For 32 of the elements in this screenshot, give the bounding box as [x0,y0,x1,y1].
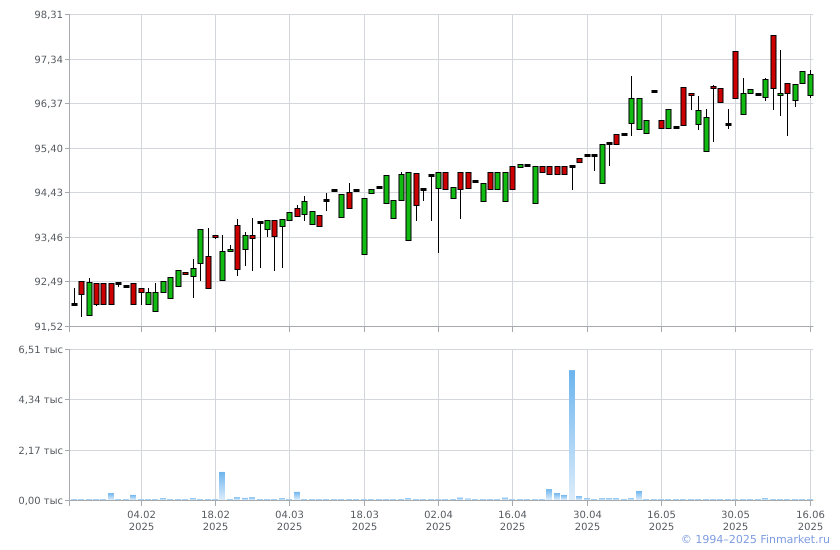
axis-label: 4,34 тыс [18,395,63,406]
candlestick [338,194,344,218]
axis-label: 16.06 2025 [796,510,825,533]
copyright-link[interactable]: © 1994–2025 Finmarket.ru [680,533,830,550]
candlestick [732,50,738,100]
axis-label: 92,49 [34,277,63,288]
axis-label: 95,40 [34,144,63,155]
candlestick [362,198,368,256]
axis-label: 04.03 2025 [275,510,304,533]
axis-label: 6,51 тыс [18,345,63,356]
candlestick [808,70,814,98]
axis-label: 97,34 [34,55,63,66]
axis-label: 94,43 [34,188,63,199]
axis-label: 96,37 [34,99,63,110]
axis-label: 30.05 2025 [721,510,750,533]
axis-label: 0,00 тыс [18,496,63,507]
axis-label: 16.04 2025 [498,510,527,533]
axis-label: 02.04 2025 [424,510,453,533]
candlestick [726,108,732,130]
axis-label: 18.03 2025 [350,510,379,533]
axis-label: 30.04 2025 [573,510,602,533]
axis-label: 16.05 2025 [647,510,676,533]
axis-label: 93,46 [34,233,63,244]
axis-label: 18.02 2025 [201,510,230,533]
candlestick [570,165,576,190]
axis-label: 2,17 тыс [18,446,63,457]
candlestick [324,192,330,212]
candlestick [332,189,338,192]
candlestick [652,90,658,93]
axis-label: 98,31 [34,10,63,21]
axis-label: 04.02 2025 [127,510,156,533]
axis-label: 91,52 [34,322,63,333]
